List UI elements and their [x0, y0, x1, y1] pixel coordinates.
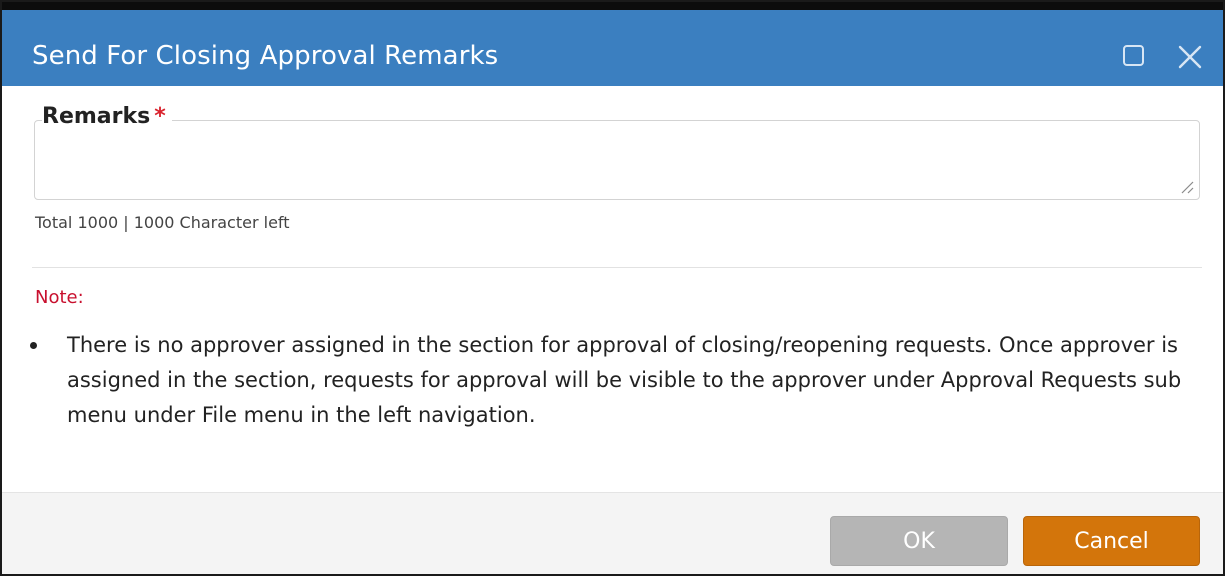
resize-handle-icon[interactable]: [1178, 178, 1194, 194]
remarks-label-text: Remarks: [42, 104, 151, 129]
note-item-text: There is no approver assigned in the sec…: [67, 333, 1182, 427]
remarks-textarea[interactable]: [34, 120, 1200, 200]
maximize-icon[interactable]: [1122, 44, 1146, 68]
dialog-window: Send For Closing Approval Remarks Remark…: [0, 0, 1225, 576]
note-item: There is no approver assigned in the sec…: [28, 328, 1198, 433]
required-marker: *: [154, 104, 166, 129]
ok-button[interactable]: OK: [830, 516, 1008, 566]
close-icon[interactable]: [1176, 43, 1204, 71]
note-list: There is no approver assigned in the sec…: [28, 328, 1198, 433]
dialog-title-bar: Send For Closing Approval Remarks: [2, 2, 1223, 86]
note-label: Note:: [35, 287, 84, 308]
character-count: Total 1000 | 1000 Character left: [35, 213, 290, 232]
dialog-footer: OK Cancel: [2, 492, 1223, 574]
cancel-button[interactable]: Cancel: [1023, 516, 1200, 566]
dialog-title: Send For Closing Approval Remarks: [32, 41, 499, 71]
remarks-label: Remarks *: [42, 104, 172, 129]
bullet-icon: [30, 342, 37, 349]
section-divider: [32, 267, 1202, 268]
